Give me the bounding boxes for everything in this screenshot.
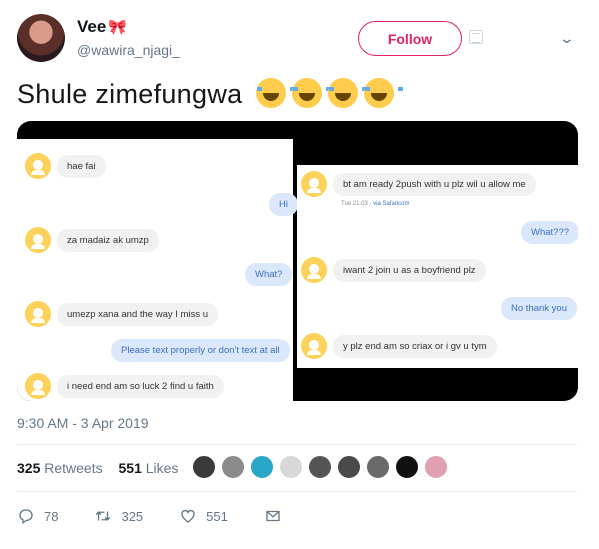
retweet-button[interactable]: 325 <box>94 507 143 525</box>
retweet-icon <box>96 511 111 521</box>
tweet-actions: 78 325 551 <box>17 507 327 525</box>
tweet-media[interactable]: hae fai Hi za madaiz ak umzp What? umezp… <box>17 121 578 401</box>
msg-out: Please text properly or don't text at al… <box>111 339 290 362</box>
liker-avatar[interactable] <box>395 455 419 479</box>
tweet-text: Shule zimefungwa <box>17 78 404 110</box>
msg-out: Hi <box>269 193 298 216</box>
msg-out: What? <box>245 263 293 286</box>
tweet-timestamp[interactable]: 9:30 AM - 3 Apr 2019 <box>17 415 149 431</box>
liker-avatar[interactable] <box>250 455 274 479</box>
chat-screenshot-left: hae fai Hi za madaiz ak umzp What? umezp… <box>17 139 298 401</box>
laughing-tears-emoji-icon <box>364 78 404 108</box>
laughing-tears-emoji-icon <box>328 78 368 108</box>
user-face-icon <box>25 301 51 327</box>
user-face-icon <box>25 373 51 399</box>
heart-icon <box>181 509 195 523</box>
user-face-icon <box>301 333 327 359</box>
user-face-icon <box>25 227 51 253</box>
liker-avatar[interactable] <box>424 455 448 479</box>
follow-button[interactable]: Follow <box>358 21 462 56</box>
liker-avatar[interactable] <box>221 455 245 479</box>
envelope-icon <box>266 510 280 522</box>
tweet-text-body: Shule zimefungwa <box>17 79 243 109</box>
msg-out: No thank you <box>501 297 577 320</box>
author-handle[interactable]: @wawira_njagi_ <box>77 42 180 58</box>
msg-out: What??? <box>521 221 578 244</box>
tweet-stats: 325 Retweets 551 Likes <box>17 460 178 476</box>
laughing-tears-emoji-icon <box>292 78 332 108</box>
retweets-stat[interactable]: 325 Retweets <box>17 460 103 476</box>
user-face-icon <box>301 257 327 283</box>
author-avatar[interactable] <box>17 14 65 62</box>
liker-avatar[interactable] <box>279 455 303 479</box>
liker-avatars[interactable] <box>192 455 453 479</box>
user-face-icon <box>25 153 51 179</box>
divider <box>17 444 577 445</box>
bow-emoji: 🎀 <box>108 19 127 36</box>
liker-avatar[interactable] <box>366 455 390 479</box>
liker-avatar[interactable] <box>192 455 216 479</box>
reply-button[interactable]: 78 <box>17 507 58 525</box>
author-name[interactable]: Vee 🎀 <box>77 17 127 37</box>
chat-screenshot-right: bt am ready 2push with u plz wil u allow… <box>297 165 578 368</box>
reply-icon <box>19 509 33 525</box>
emoji-row <box>250 78 404 109</box>
liker-avatar[interactable] <box>337 455 361 479</box>
chevron-down-icon[interactable]: ⌄ <box>559 30 575 47</box>
laughing-tears-emoji-icon <box>256 78 296 108</box>
liker-avatar[interactable] <box>308 455 332 479</box>
like-button[interactable]: 551 <box>179 507 228 525</box>
likes-stat[interactable]: 551 Likes <box>119 460 179 476</box>
message-button[interactable] <box>264 507 291 525</box>
block-icon[interactable] <box>469 30 483 44</box>
msg-time: Tue 21.03 · via Safaricom <box>341 201 410 207</box>
divider <box>17 491 577 492</box>
user-face-icon <box>301 171 327 197</box>
